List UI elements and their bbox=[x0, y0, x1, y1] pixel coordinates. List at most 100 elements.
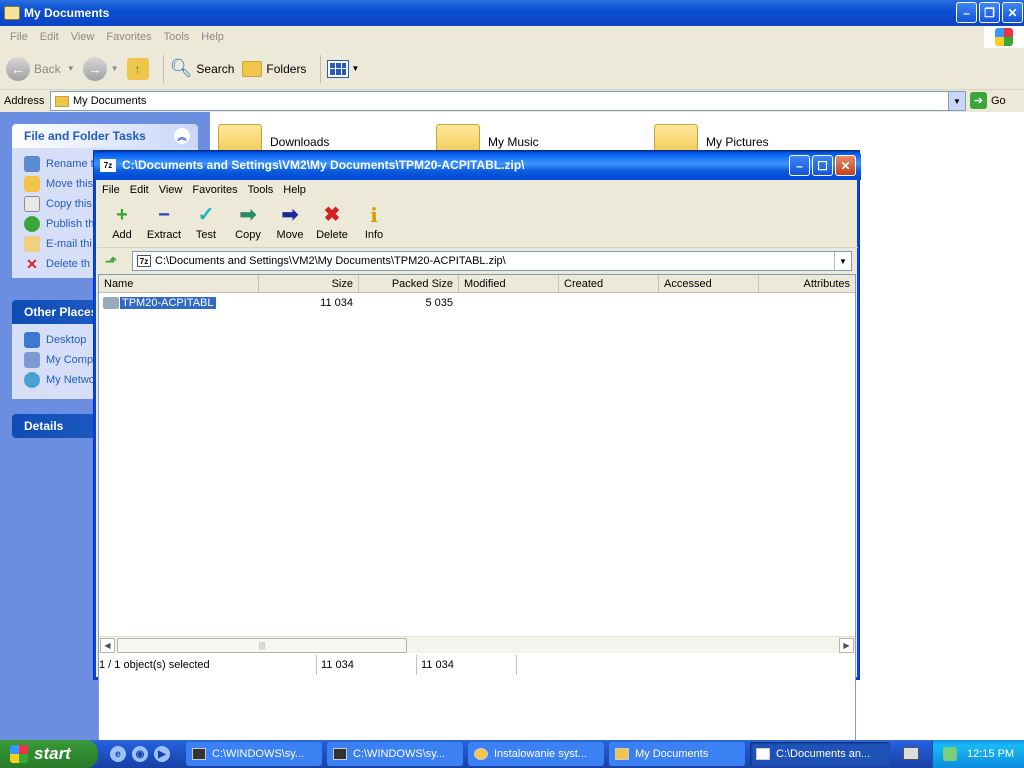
email-icon bbox=[24, 236, 40, 252]
toolbar-separator bbox=[162, 54, 164, 83]
zmenu-help[interactable]: Help bbox=[278, 184, 311, 196]
sevenzip-maximize-button[interactable]: ☐ bbox=[812, 155, 833, 176]
explorer-title-bar[interactable]: My Documents – ❐ ✕ bbox=[0, 0, 1024, 26]
quick-launch: e ◉ ▶ bbox=[110, 746, 190, 762]
ie-icon[interactable]: e bbox=[110, 746, 126, 762]
row-name: TPM20-ACPITABL bbox=[120, 297, 216, 309]
zmenu-edit[interactable]: Edit bbox=[125, 184, 154, 196]
windows-flag-icon bbox=[10, 745, 28, 763]
move-arrow-icon: ➡ bbox=[281, 204, 299, 226]
horizontal-scrollbar[interactable]: ◀ ||| ▶ bbox=[99, 636, 855, 653]
zip-file-icon: 7z bbox=[137, 255, 151, 267]
sevenzip-logo-icon: 7z bbox=[100, 158, 116, 172]
views-button[interactable]: ▼ bbox=[327, 59, 359, 78]
search-icon: 🔍︎ bbox=[169, 58, 193, 78]
menu-tools[interactable]: Tools bbox=[158, 31, 196, 43]
test-icon: ✓ bbox=[197, 204, 215, 226]
collapse-icon[interactable]: ︽ bbox=[174, 128, 190, 144]
task-cmd-1[interactable]: C:\WINDOWS\sy... bbox=[186, 742, 322, 766]
keyboard-icon[interactable] bbox=[903, 747, 919, 760]
computer-icon bbox=[24, 352, 40, 368]
folders-button[interactable]: Folders bbox=[242, 60, 306, 77]
zmenu-file[interactable]: File bbox=[97, 184, 125, 196]
folder-icon bbox=[103, 297, 119, 310]
task-7zip[interactable]: C:\Documents an... bbox=[750, 742, 890, 766]
sevenzip-minimize-button[interactable]: – bbox=[789, 155, 810, 176]
add-button[interactable]: + Add bbox=[101, 200, 143, 241]
copy-icon bbox=[24, 196, 40, 212]
col-accessed[interactable]: Accessed bbox=[659, 275, 759, 293]
up-folder-icon: ↑ bbox=[126, 57, 149, 80]
forward-button[interactable]: → ▼ bbox=[82, 56, 119, 81]
close-button[interactable]: ✕ bbox=[1002, 2, 1023, 23]
minimize-button[interactable]: – bbox=[956, 2, 977, 23]
copy-button[interactable]: ➡ Copy bbox=[227, 200, 269, 241]
status-size: 11 034 bbox=[319, 655, 417, 675]
address-dropdown[interactable]: ▼ bbox=[948, 92, 965, 110]
table-row[interactable]: TPM20-ACPITABL 11 034 5 035 bbox=[99, 295, 855, 312]
zmenu-view[interactable]: View bbox=[154, 184, 188, 196]
zmenu-tools[interactable]: Tools bbox=[243, 184, 279, 196]
sevenzip-title: C:\Documents and Settings\VM2\My Documen… bbox=[122, 158, 525, 172]
system-tray: 12:15 PM bbox=[932, 740, 1024, 768]
media-icon[interactable]: ◉ bbox=[132, 746, 148, 762]
network-tray-icon[interactable] bbox=[943, 747, 957, 761]
scroll-left-icon[interactable]: ◀ bbox=[100, 638, 115, 653]
sevenzip-menubar: File Edit View Favorites Tools Help bbox=[97, 180, 858, 200]
start-button[interactable]: start bbox=[0, 740, 98, 768]
col-size[interactable]: Size bbox=[259, 275, 359, 293]
task-installer[interactable]: Instalowanie syst... bbox=[468, 742, 604, 766]
menu-view[interactable]: View bbox=[65, 31, 101, 43]
sevenzip-close-button[interactable]: ✕ bbox=[835, 155, 856, 176]
scroll-thumb[interactable]: ||| bbox=[117, 638, 407, 653]
player-icon[interactable]: ▶ bbox=[154, 746, 170, 762]
move-icon bbox=[24, 176, 40, 192]
task-my-documents[interactable]: My Documents bbox=[609, 742, 745, 766]
folder-icon bbox=[615, 748, 629, 760]
address-input[interactable]: My Documents ▼ bbox=[50, 91, 966, 111]
menu-help[interactable]: Help bbox=[195, 31, 230, 43]
col-attributes[interactable]: Attributes bbox=[759, 275, 855, 293]
windows-logo-icon bbox=[984, 26, 1024, 48]
installer-icon bbox=[474, 748, 488, 760]
extract-button[interactable]: − Extract bbox=[143, 200, 185, 241]
sevenzip-title-bar[interactable]: 7z C:\Documents and Settings\VM2\My Docu… bbox=[94, 150, 861, 180]
col-created[interactable]: Created bbox=[559, 275, 659, 293]
col-modified[interactable]: Modified bbox=[459, 275, 559, 293]
go-arrow-icon: ➔ bbox=[970, 92, 987, 109]
status-packed: 11 034 bbox=[419, 655, 517, 675]
up-button[interactable]: ↑ bbox=[126, 57, 149, 80]
search-button[interactable]: 🔍︎ Search bbox=[170, 58, 235, 79]
col-packed-size[interactable]: Packed Size bbox=[359, 275, 459, 293]
go-button[interactable]: ➔ Go bbox=[970, 92, 1006, 109]
menu-file[interactable]: File bbox=[4, 31, 34, 43]
rename-icon bbox=[24, 156, 40, 172]
back-button[interactable]: ← Back ▼ bbox=[6, 56, 75, 81]
copy-arrow-icon: ➡ bbox=[239, 204, 257, 226]
delete-button[interactable]: ✖ Delete bbox=[311, 200, 353, 241]
address-bar: Address My Documents ▼ ➔ Go bbox=[0, 90, 1024, 112]
views-icon bbox=[327, 59, 350, 78]
task-cmd-2[interactable]: C:\WINDOWS\sy... bbox=[327, 742, 463, 766]
taskbar: start e ◉ ▶ C:\WINDOWS\sy... C:\WINDOWS\… bbox=[0, 740, 1024, 768]
row-size: 11 034 bbox=[320, 297, 353, 309]
path-input[interactable]: 7z C:\Documents and Settings\VM2\My Docu… bbox=[132, 251, 852, 271]
path-dropdown[interactable]: ▼ bbox=[834, 252, 851, 270]
test-button[interactable]: ✓ Test bbox=[185, 200, 227, 241]
up-folder-icon[interactable]: ⬏ bbox=[101, 251, 121, 271]
col-name[interactable]: Name bbox=[99, 275, 259, 293]
info-button[interactable]: i Info bbox=[353, 200, 395, 241]
desktop-icon bbox=[24, 332, 40, 348]
move-button[interactable]: ➡ Move bbox=[269, 200, 311, 241]
menu-edit[interactable]: Edit bbox=[34, 31, 65, 43]
file-folder-tasks-header[interactable]: File and Folder Tasks ︽ bbox=[12, 124, 198, 148]
file-list[interactable]: Name Size Packed Size Modified Created A… bbox=[98, 274, 856, 768]
menu-favorites[interactable]: Favorites bbox=[100, 31, 157, 43]
scroll-right-icon[interactable]: ▶ bbox=[839, 638, 854, 653]
globe-icon bbox=[24, 216, 40, 232]
clock[interactable]: 12:15 PM bbox=[967, 748, 1014, 760]
folder-icon bbox=[4, 6, 20, 20]
zmenu-favorites[interactable]: Favorites bbox=[187, 184, 242, 196]
restore-button[interactable]: ❐ bbox=[979, 2, 1000, 23]
cmd-icon bbox=[333, 748, 347, 760]
